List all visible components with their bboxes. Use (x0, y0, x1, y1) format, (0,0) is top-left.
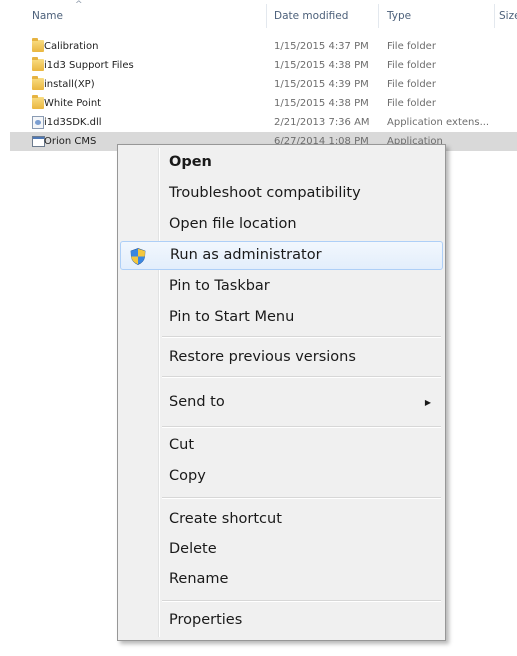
dll-file-icon (32, 116, 44, 129)
menu-item-pin-to-start-menu[interactable]: Pin to Start Menu (120, 303, 443, 332)
file-name: install(XP) (44, 79, 95, 90)
file-row-calibration[interactable]: Calibration 1/15/2015 4:37 PM File folde… (10, 37, 517, 56)
menu-item-copy[interactable]: Copy (120, 462, 443, 491)
file-row-i1d3sdk-dll[interactable]: i1d3SDK.dll 2/21/2013 7:36 AM Applicatio… (10, 113, 517, 132)
menu-item-rename[interactable]: Rename (120, 565, 443, 594)
menu-item-label: Pin to Start Menu (169, 309, 295, 325)
uac-shield-icon (130, 248, 146, 265)
column-divider[interactable] (266, 4, 267, 28)
menu-separator (162, 497, 441, 499)
column-size[interactable]: Size (499, 0, 517, 30)
file-type: File folder (387, 79, 436, 90)
menu-item-label: Restore previous versions (169, 349, 356, 365)
menu-item-label: Run as administrator (170, 247, 322, 263)
file-name: Calibration (44, 41, 99, 52)
file-type: Application extens... (387, 117, 490, 128)
column-type[interactable]: Type (387, 0, 411, 30)
menu-item-troubleshoot-compatibility[interactable]: Troubleshoot compatibility (120, 179, 443, 208)
file-type: File folder (387, 60, 436, 71)
menu-item-label: Pin to Taskbar (169, 278, 270, 294)
column-date-modified[interactable]: Date modified (274, 0, 348, 30)
menu-separator (162, 600, 441, 602)
file-type: File folder (387, 41, 436, 52)
file-row-white-point[interactable]: White Point 1/15/2015 4:38 PM File folde… (10, 94, 517, 113)
file-row-install-xp[interactable]: install(XP) 1/15/2015 4:39 PM File folde… (10, 75, 517, 94)
file-type: File folder (387, 98, 436, 109)
menu-item-label: Troubleshoot compatibility (169, 185, 361, 201)
menu-separator (162, 376, 441, 378)
menu-item-run-as-administrator[interactable]: Run as administrator (120, 241, 443, 270)
file-row-i1d3-support-files[interactable]: i1d3 Support Files 1/15/2015 4:38 PM Fil… (10, 56, 517, 75)
file-date: 1/15/2015 4:39 PM (274, 79, 369, 90)
menu-item-open[interactable]: Open (120, 148, 443, 177)
menu-item-create-shortcut[interactable]: Create shortcut (120, 505, 443, 534)
folder-icon (32, 38, 44, 52)
sort-ascending-icon: ^ (75, 0, 83, 10)
menu-item-label: Send to (169, 394, 225, 410)
menu-item-restore-previous-versions[interactable]: Restore previous versions (120, 343, 443, 372)
column-name[interactable]: Name (32, 0, 63, 30)
menu-item-label: Properties (169, 612, 243, 628)
menu-item-open-file-location[interactable]: Open file location (120, 210, 443, 239)
submenu-arrow-icon: ▶ (424, 398, 431, 407)
file-name: i1d3SDK.dll (44, 117, 102, 128)
menu-item-label: Rename (169, 571, 229, 587)
file-date: 1/15/2015 4:38 PM (274, 98, 369, 109)
file-date: 1/15/2015 4:38 PM (274, 60, 369, 71)
column-divider[interactable] (378, 4, 379, 28)
menu-item-cut[interactable]: Cut (120, 431, 443, 460)
file-name: i1d3 Support Files (44, 60, 134, 71)
file-date: 1/15/2015 4:37 PM (274, 41, 369, 52)
folder-icon (32, 76, 44, 90)
menu-item-label: Open file location (169, 216, 297, 232)
menu-separator (162, 336, 441, 338)
file-name: White Point (44, 98, 102, 109)
menu-separator (162, 426, 441, 428)
column-header: ^ Name Date modified Type Size (0, 0, 517, 30)
file-date: 2/21/2013 7:36 AM (274, 117, 370, 128)
menu-item-properties[interactable]: Properties (120, 606, 443, 635)
folder-icon (32, 95, 44, 109)
menu-item-send-to[interactable]: Send to ▶ (120, 388, 443, 417)
menu-item-label: Open (169, 154, 212, 170)
menu-item-label: Cut (169, 437, 194, 453)
folder-icon (32, 57, 44, 71)
menu-item-label: Copy (169, 468, 206, 484)
menu-item-label: Create shortcut (169, 511, 282, 527)
context-menu: Open Troubleshoot compatibility Open fil… (117, 144, 446, 641)
menu-item-pin-to-taskbar[interactable]: Pin to Taskbar (120, 272, 443, 301)
column-divider[interactable] (494, 4, 495, 28)
menu-item-label: Delete (169, 541, 217, 557)
menu-item-delete[interactable]: Delete (120, 535, 443, 564)
